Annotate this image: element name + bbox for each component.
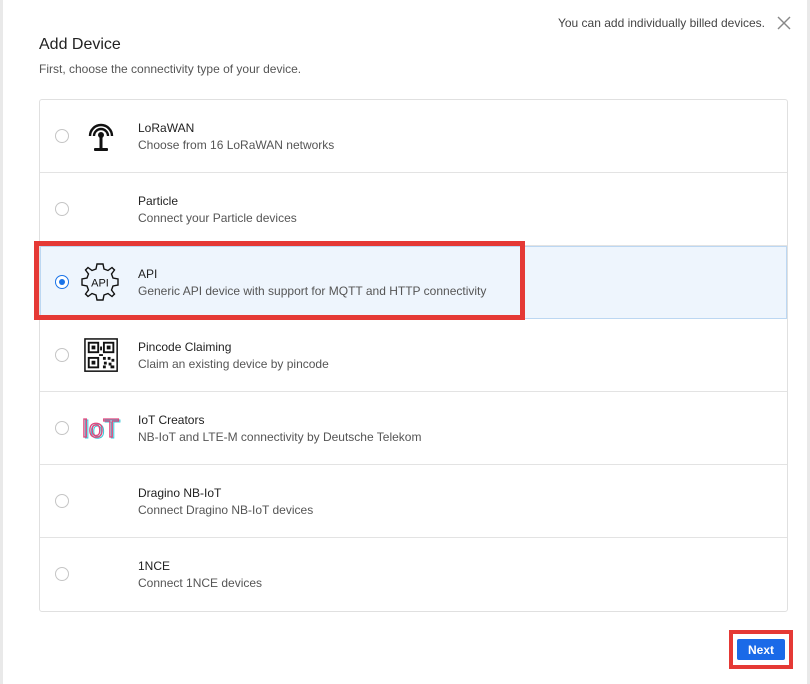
option-api[interactable]: API API Generic API device with support …: [40, 246, 787, 319]
billing-notice: You can add individually billed devices.: [557, 16, 765, 30]
option-description: Claim an existing device by pincode: [138, 357, 329, 371]
radio-button[interactable]: [55, 494, 69, 508]
option-title: LoRaWAN: [138, 121, 195, 135]
option-description: Choose from 16 LoRaWAN networks: [138, 138, 335, 152]
option-description: Connect your Particle devices: [138, 211, 297, 225]
radio-button[interactable]: [55, 129, 69, 143]
modal-subtitle: First, choose the connectivity type of y…: [39, 62, 302, 76]
iot-creators-logo: IoT IoT: [81, 413, 121, 443]
radio-button[interactable]: [55, 421, 69, 435]
svg-text:IoT: IoT: [82, 413, 120, 443]
option-description: Connect 1NCE devices: [138, 576, 263, 590]
option-dragino-nb-iot[interactable]: Dragino NB-IoT Connect Dragino NB-IoT de…: [40, 465, 787, 538]
option-description: NB-IoT and LTE-M connectivity by Deutsch…: [138, 430, 422, 444]
option-description: Generic API device with support for MQTT…: [138, 284, 487, 298]
option-iot-creators[interactable]: IoT IoT IoT Creators NB-IoT and LTE-M co…: [40, 392, 787, 465]
radio-button[interactable]: [55, 202, 69, 216]
option-particle[interactable]: Particle Connect your Particle devices: [40, 173, 787, 246]
option-pincode-claiming[interactable]: Pincode Claiming Claim an existing devic…: [40, 319, 787, 392]
option-title: Pincode Claiming: [138, 340, 232, 354]
add-device-modal: You can add individually billed devices.…: [3, 0, 807, 684]
qr-code-icon: [84, 338, 118, 372]
api-gear-icon: API: [81, 263, 119, 301]
option-title: 1NCE: [138, 559, 171, 573]
option-title: API: [138, 267, 158, 281]
radio-button-selected[interactable]: [55, 275, 69, 289]
radio-button[interactable]: [55, 567, 69, 581]
option-1nce[interactable]: 1NCE Connect 1NCE devices: [40, 538, 787, 611]
antenna-icon: [88, 123, 114, 151]
modal-title: Add Device: [39, 36, 121, 53]
svg-text:API: API: [91, 278, 109, 290]
next-button-highlight: Next: [729, 630, 793, 669]
radio-button[interactable]: [55, 348, 69, 362]
option-description: Connect Dragino NB-IoT devices: [138, 503, 314, 517]
option-title: IoT Creators: [138, 413, 205, 427]
option-lorawan[interactable]: LoRaWAN Choose from 16 LoRaWAN networks: [40, 100, 787, 173]
option-title: Dragino NB-IoT: [138, 486, 222, 500]
close-icon[interactable]: [775, 14, 793, 32]
next-button[interactable]: Next: [737, 639, 785, 660]
option-title: Particle: [138, 194, 179, 208]
connectivity-type-list: LoRaWAN Choose from 16 LoRaWAN networks …: [39, 99, 788, 612]
